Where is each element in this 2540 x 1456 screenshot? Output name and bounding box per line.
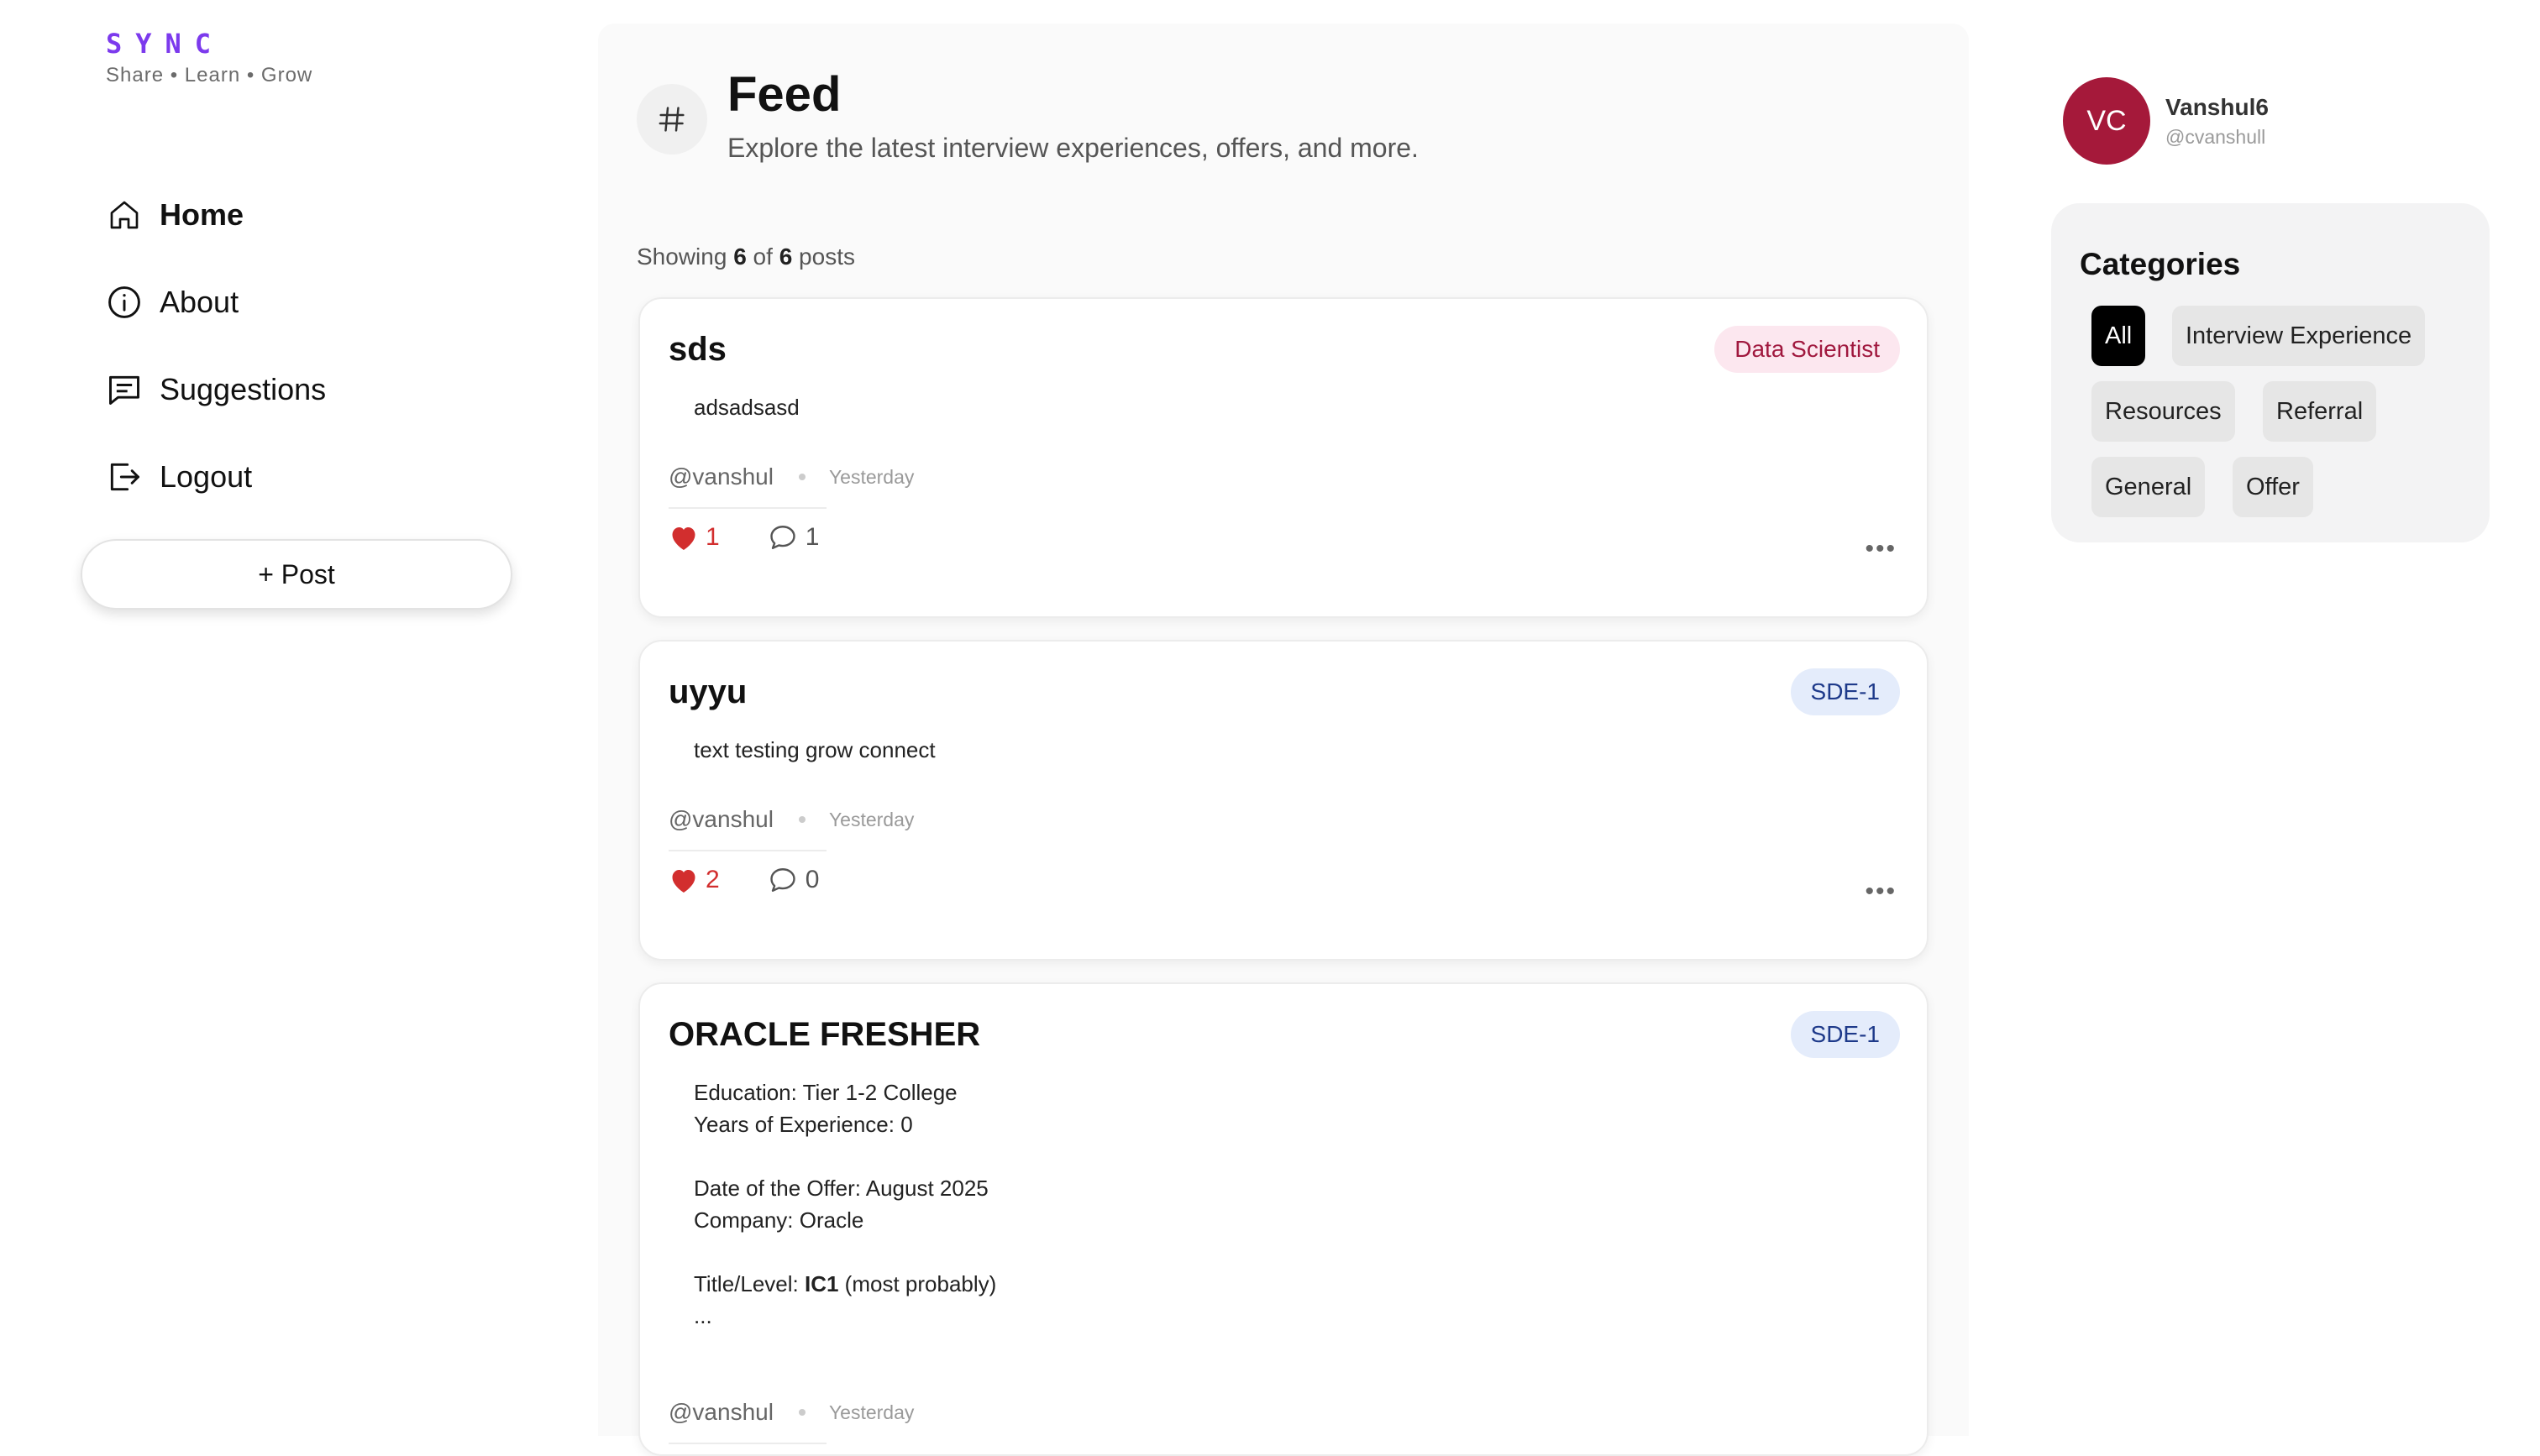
- hash-icon: [637, 84, 707, 155]
- nav-item-label: Suggestions: [160, 372, 327, 406]
- home-icon: [106, 196, 143, 233]
- comment-count: 0: [805, 866, 820, 893]
- feed-panel: Feed Explore the latest interview experi…: [598, 24, 1969, 1456]
- brand: SYNC Share • Learn • Grow: [106, 27, 312, 87]
- post-meta: @vanshul Yesterday: [669, 464, 914, 490]
- brand-tagline: Share • Learn • Grow: [106, 64, 313, 86]
- post-body: text testing grow connect: [694, 737, 936, 762]
- more-horizontal-icon[interactable]: •••: [1865, 879, 1897, 904]
- profile-name: Vanshul6: [2165, 93, 2269, 120]
- comment-icon: [769, 868, 795, 892]
- post-author[interactable]: @vanshul: [669, 1399, 774, 1426]
- post-time: Yesterday: [828, 1401, 915, 1423]
- page-subtitle: Explore the latest interview experiences…: [727, 133, 1419, 163]
- post-title: ORACLE FRESHER: [669, 1016, 981, 1053]
- category-chip-general[interactable]: General: [2091, 457, 2206, 517]
- like-button[interactable]: 1: [669, 523, 720, 552]
- post-body: Education: Tier 1-2 College Years of Exp…: [694, 1080, 997, 1328]
- new-post-button[interactable]: + Post: [81, 539, 512, 610]
- comment-button[interactable]: 1: [767, 522, 820, 553]
- divider: [669, 507, 827, 509]
- post-meta: @vanshul Yesterday: [669, 806, 914, 833]
- feed-header: Feed Explore the latest interview experi…: [637, 65, 1419, 164]
- brand-logo: SYNC: [106, 28, 225, 60]
- category-chip-offer[interactable]: Offer: [2233, 457, 2313, 517]
- post-time: Yesterday: [828, 808, 915, 830]
- page-title: Feed: [727, 67, 842, 122]
- post-author[interactable]: @vanshul: [669, 464, 774, 490]
- post-actions: 1 1: [669, 522, 819, 553]
- profile-handle: @cvanshull: [2165, 125, 2266, 148]
- comment-icon: [769, 526, 795, 549]
- post-tag[interactable]: Data Scientist: [1714, 326, 1900, 373]
- post-time: Yesterday: [828, 465, 915, 488]
- heart-icon: [672, 870, 695, 893]
- post-count: Showing 6 of 6 posts: [637, 244, 855, 270]
- post-card[interactable]: ORACLE FRESHER SDE-1 Education: Tier 1-2…: [638, 982, 1929, 1456]
- separator-dot: [798, 474, 806, 480]
- nav-item-logout[interactable]: Logout: [106, 433, 526, 521]
- categories-title: Categories: [2080, 247, 2241, 281]
- like-button[interactable]: 2: [669, 866, 720, 894]
- post-meta: @vanshul Yesterday: [669, 1399, 914, 1426]
- post-card[interactable]: uyyu SDE-1 text testing grow connect @va…: [638, 640, 1929, 961]
- post-title: uyyu: [669, 673, 748, 710]
- post-body: adsadsasd: [694, 395, 800, 420]
- post-author[interactable]: @vanshul: [669, 806, 774, 833]
- like-count: 1: [706, 523, 720, 551]
- nav-item-about[interactable]: About: [106, 259, 526, 346]
- user-profile[interactable]: VC Vanshul6 @cvanshull: [2063, 77, 2269, 165]
- category-chip-all[interactable]: All: [2091, 306, 2146, 366]
- divider: [669, 850, 827, 851]
- like-count: 2: [706, 866, 720, 893]
- divider: [669, 1443, 827, 1444]
- avatar[interactable]: VC: [2063, 77, 2150, 165]
- info-icon: [106, 284, 143, 321]
- heart-icon: [672, 527, 695, 550]
- category-chip-interview-experience[interactable]: Interview Experience: [2172, 306, 2426, 366]
- category-chip-resources[interactable]: Resources: [2091, 381, 2235, 442]
- logout-icon: [106, 458, 143, 495]
- category-chip-referral[interactable]: Referral: [2263, 381, 2377, 442]
- nav-item-home[interactable]: Home: [106, 171, 526, 259]
- post-title: sds: [669, 331, 727, 368]
- post-tag[interactable]: SDE-1: [1790, 1011, 1900, 1058]
- categories-panel: Categories All Interview Experience Reso…: [2051, 203, 2490, 542]
- comment-count: 1: [805, 523, 820, 551]
- post-card[interactable]: sds Data Scientist adsadsasd @vanshul Ye…: [638, 297, 1929, 618]
- separator-dot: [798, 816, 806, 823]
- nav-item-label: Home: [160, 197, 244, 232]
- nav-item-label: Logout: [160, 459, 253, 494]
- comment-button[interactable]: 0: [767, 865, 820, 895]
- more-horizontal-icon[interactable]: •••: [1865, 537, 1897, 562]
- message-square-icon: [106, 371, 143, 408]
- sidebar-nav: Home About Suggestions Logout: [106, 171, 526, 521]
- nav-item-label: About: [160, 285, 239, 319]
- post-actions: 2 0: [669, 865, 819, 895]
- post-tag[interactable]: SDE-1: [1790, 668, 1900, 715]
- separator-dot: [798, 1409, 806, 1416]
- nav-item-suggestions[interactable]: Suggestions: [106, 346, 526, 433]
